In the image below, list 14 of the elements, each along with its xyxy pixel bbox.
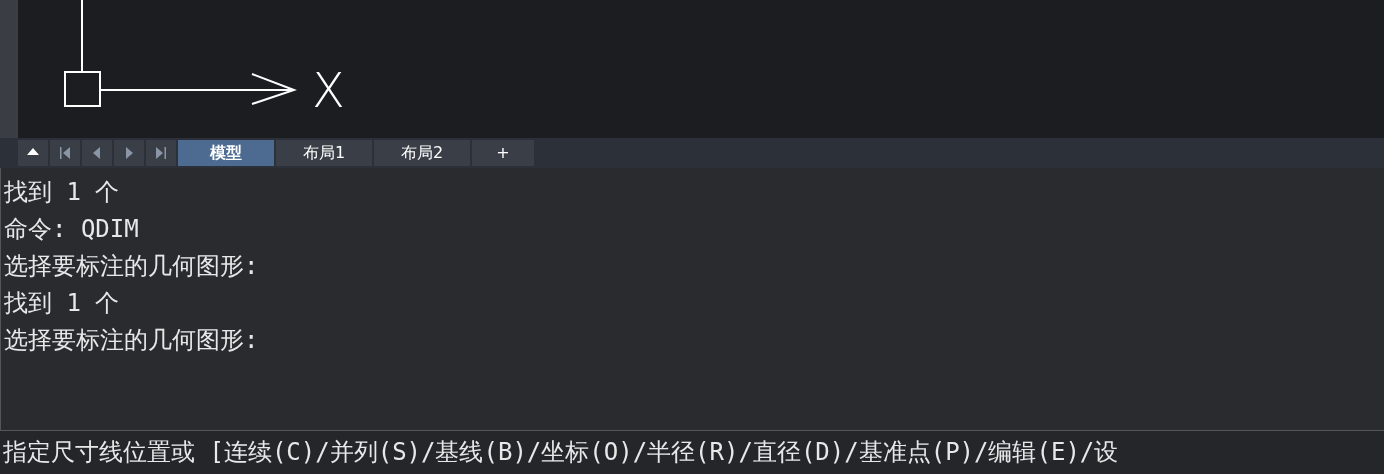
next-icon[interactable] (114, 140, 144, 166)
layout-tab[interactable]: 模型 (178, 140, 274, 166)
last-page-icon[interactable] (146, 140, 176, 166)
command-history-line: 找到 1 个 (4, 288, 121, 319)
command-history-line: 选择要标注的几何图形: (4, 251, 260, 282)
first-page-icon[interactable] (50, 140, 80, 166)
command-history-line: 找到 1 个 (4, 177, 121, 208)
previous-icon[interactable] (82, 140, 112, 166)
layout-tab[interactable]: 布局1 (276, 140, 372, 166)
axis-label: X (312, 62, 345, 118)
command-history-line: 命令: QDIM (4, 214, 140, 245)
layout-tab[interactable]: 布局2 (374, 140, 470, 166)
command-history-line: 选择要标注的几何图形: (4, 325, 260, 356)
layout-tab[interactable]: + (472, 140, 534, 166)
